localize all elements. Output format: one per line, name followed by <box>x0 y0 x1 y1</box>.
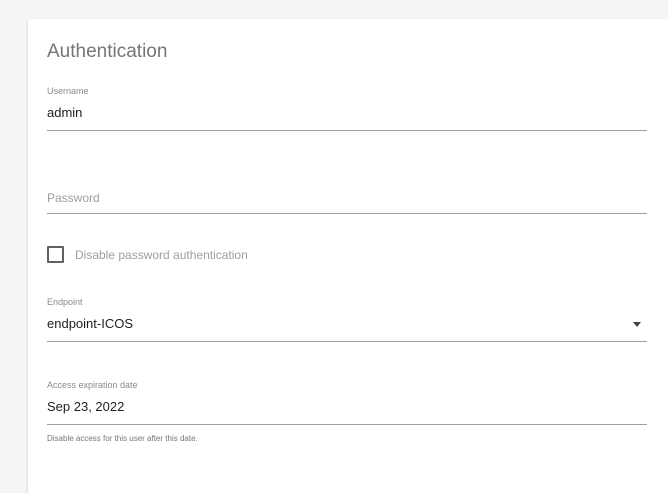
disable-password-checkbox[interactable] <box>47 246 64 263</box>
expiration-date-helper: Disable access for this user after this … <box>47 434 198 443</box>
endpoint-value[interactable]: endpoint-ICOS <box>47 316 133 331</box>
authentication-card: Authentication Username admin Password D… <box>28 19 668 493</box>
password-placeholder[interactable]: Password <box>47 191 100 205</box>
expiration-date-label: Access expiration date <box>47 380 138 390</box>
caret-down-icon[interactable] <box>633 322 641 327</box>
password-field[interactable]: Password <box>47 187 647 215</box>
username-label: Username <box>47 86 89 96</box>
endpoint-label: Endpoint <box>47 297 83 307</box>
disable-password-label[interactable]: Disable password authentication <box>75 248 248 262</box>
username-value[interactable]: admin <box>47 105 82 120</box>
username-field[interactable]: Username admin <box>47 85 647 132</box>
expiration-date-underline <box>47 424 647 425</box>
endpoint-underline <box>47 341 647 342</box>
section-title: Authentication <box>47 41 168 62</box>
password-underline <box>47 213 647 214</box>
endpoint-select[interactable]: Endpoint endpoint-ICOS <box>47 296 647 343</box>
expiration-date-value[interactable]: Sep 23, 2022 <box>47 399 124 414</box>
username-underline <box>47 130 647 131</box>
expiration-date-field[interactable]: Access expiration date Sep 23, 2022 Disa… <box>47 379 647 449</box>
